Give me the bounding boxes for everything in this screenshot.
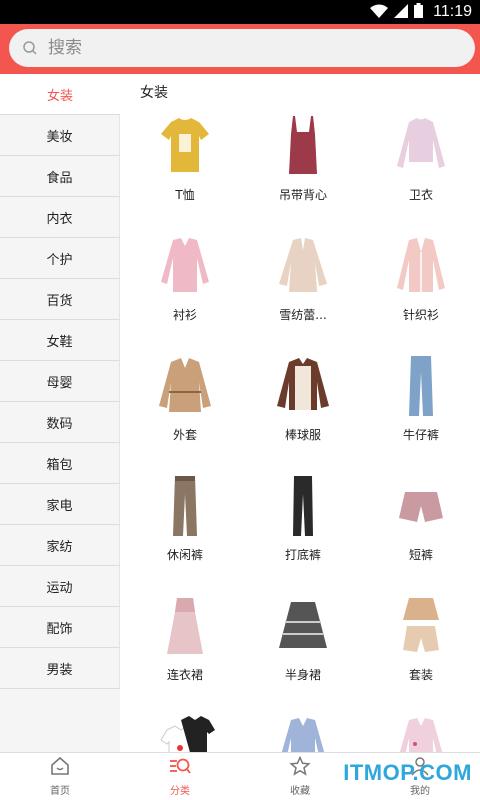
baseball-jacket-icon (271, 352, 335, 420)
product-category-item[interactable]: T恤 (126, 112, 244, 232)
product-category-label: 衬衫 (172, 308, 197, 322)
battery-icon (414, 2, 424, 22)
sidebar-item-10[interactable]: 家电 (0, 484, 120, 525)
signal-icon (394, 3, 409, 22)
sidebar-item-6[interactable]: 女鞋 (0, 320, 120, 361)
product-category-label: 雪纺蕾... (279, 308, 327, 322)
casual-pants-icon (153, 472, 217, 540)
tee-pair-icon (153, 712, 217, 752)
floral-top-icon (389, 712, 453, 752)
product-category-item[interactable] (244, 712, 362, 752)
search-bar[interactable] (9, 29, 475, 67)
product-category-item[interactable]: 打底裤 (244, 472, 362, 592)
watermark: ITMOP.COM (343, 760, 472, 785)
category-sidebar: 女装 美妆 食品 内衣 个护 百货 女鞋 母婴 数码 箱包 家电 家纺 运动 配饰 男装 (0, 74, 120, 752)
sidebar-item-14[interactable]: 男装 (0, 648, 120, 689)
product-category-item[interactable]: 吊带背心 (244, 112, 362, 232)
category-content: 女装 T恤 吊带背心 卫衣衬衫 雪纺蕾... 针织衫外套 棒球服 牛仔裤休闲裤 打底裤 短裤连衣… (120, 74, 480, 752)
leggings-icon (271, 472, 335, 540)
product-category-item[interactable]: 休闲裤 (126, 472, 244, 592)
search-icon (23, 41, 37, 55)
sidebar-item-3[interactable]: 内衣 (0, 197, 120, 238)
trench-coat-icon (153, 352, 217, 420)
section-title: 女装 (140, 85, 168, 101)
product-category-label: 半身裙 (284, 668, 321, 682)
product-category-label: 卫衣 (408, 188, 433, 202)
home-icon (49, 756, 71, 780)
sidebar-item-11[interactable]: 家纺 (0, 525, 120, 566)
skirt-icon (271, 592, 335, 660)
status-time: 11:19 (433, 3, 472, 20)
outfit-set-icon (389, 592, 453, 660)
sidebar-item-5[interactable]: 百货 (0, 279, 120, 320)
product-category-item[interactable]: 外套 (126, 352, 244, 472)
product-category-label: 短裤 (408, 548, 433, 562)
sidebar-item-13[interactable]: 配饰 (0, 607, 120, 648)
product-category-label: 外套 (172, 428, 197, 442)
sidebar-item-2[interactable]: 食品 (0, 156, 120, 197)
product-category-item[interactable]: 衬衫 (126, 232, 244, 352)
sidebar-item-7[interactable]: 母婴 (0, 361, 120, 402)
product-category-label: 牛仔裤 (402, 428, 439, 442)
product-category-item[interactable]: 卫衣 (362, 112, 480, 232)
cardigan-icon (389, 232, 453, 300)
camisole-icon (271, 112, 335, 180)
product-category-item[interactable]: 棒球服 (244, 352, 362, 472)
tab-label: 首页 (50, 786, 70, 797)
product-grid: T恤 吊带背心 卫衣衬衫 雪纺蕾... 针织衫外套 棒球服 牛仔裤休闲裤 打底裤 短裤连衣裙 半身… (126, 112, 480, 752)
tab-home[interactable]: 首页 (0, 753, 120, 800)
shirt-icon (153, 232, 217, 300)
product-category-item[interactable]: 短裤 (362, 472, 480, 592)
sidebar-item-9[interactable]: 箱包 (0, 443, 120, 484)
category-search-icon (168, 756, 192, 780)
jeans-icon (389, 352, 453, 420)
product-category-label: 套装 (408, 668, 433, 682)
product-category-item[interactable]: 连衣裙 (126, 592, 244, 712)
product-category-item[interactable]: 半身裙 (244, 592, 362, 712)
shorts-icon (389, 472, 453, 540)
product-category-label: 针织衫 (402, 308, 439, 322)
product-category-label: 打底裤 (284, 548, 321, 562)
sidebar-item-12[interactable]: 运动 (0, 566, 120, 607)
wifi-icon (370, 3, 389, 22)
star-icon (289, 755, 311, 780)
product-category-label: 休闲裤 (166, 548, 203, 562)
sweatshirt-icon (389, 112, 453, 180)
chiffon-blouse-icon (271, 232, 335, 300)
product-category-item[interactable]: 针织衫 (362, 232, 480, 352)
tab-label: 分类 (170, 786, 190, 797)
tab-label: 收藏 (290, 786, 310, 797)
product-category-item[interactable]: 雪纺蕾... (244, 232, 362, 352)
product-category-label: 棒球服 (284, 428, 321, 442)
tshirt-icon (153, 112, 217, 180)
blue-blouse-icon (271, 712, 335, 752)
status-bar: 11:19 (0, 0, 480, 24)
product-category-item[interactable] (126, 712, 244, 752)
tab-category-search[interactable]: 分类 (120, 753, 240, 800)
product-category-item[interactable]: 牛仔裤 (362, 352, 480, 472)
tab-star[interactable]: 收藏 (240, 753, 360, 800)
search-header (0, 24, 480, 74)
sidebar-item-8[interactable]: 数码 (0, 402, 120, 443)
search-input[interactable] (48, 38, 428, 58)
product-category-item[interactable]: 套装 (362, 592, 480, 712)
product-category-item[interactable] (362, 712, 480, 752)
sidebar-item-1[interactable]: 美妆 (0, 115, 120, 156)
product-category-label: T恤 (175, 188, 195, 202)
product-category-label: 连衣裙 (166, 668, 203, 682)
sidebar-item-0[interactable]: 女装 (0, 74, 120, 115)
dress-icon (153, 592, 217, 660)
sidebar-item-4[interactable]: 个护 (0, 238, 120, 279)
product-category-label: 吊带背心 (278, 188, 327, 202)
